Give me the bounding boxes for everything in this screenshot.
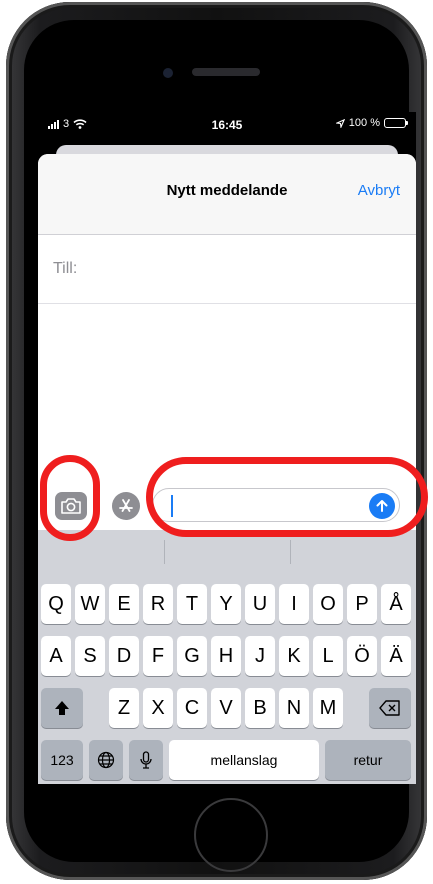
key-f[interactable]: F [143, 636, 173, 676]
key-w[interactable]: W [75, 584, 105, 624]
key-a-umlaut[interactable]: Ä [381, 636, 411, 676]
key-o-umlaut[interactable]: Ö [347, 636, 377, 676]
key-y[interactable]: Y [211, 584, 241, 624]
message-field-highlight-ring [146, 457, 428, 537]
shift-icon [55, 701, 69, 715]
globe-icon [97, 751, 115, 769]
microphone-icon [140, 751, 152, 769]
to-label: Till: [53, 260, 78, 277]
numbers-key[interactable]: 123 [41, 740, 83, 780]
key-i[interactable]: I [279, 584, 309, 624]
key-z[interactable]: Z [109, 688, 139, 728]
space-key[interactable]: mellanslag [169, 740, 319, 780]
dictation-key[interactable] [129, 740, 163, 780]
key-h[interactable]: H [211, 636, 241, 676]
suggestion-divider [164, 540, 165, 564]
shift-key[interactable] [41, 688, 83, 728]
key-x[interactable]: X [143, 688, 173, 728]
globe-key[interactable] [89, 740, 123, 780]
app-store-icon [119, 499, 133, 512]
key-v[interactable]: V [211, 688, 241, 728]
app-store-button[interactable] [112, 492, 140, 520]
status-bar: 3 16:45 100 % [38, 112, 416, 138]
key-p[interactable]: P [347, 584, 377, 624]
key-k[interactable]: K [279, 636, 309, 676]
return-key[interactable]: retur [325, 740, 411, 780]
key-s[interactable]: S [75, 636, 105, 676]
key-c[interactable]: C [177, 688, 207, 728]
front-camera [163, 68, 173, 78]
key-a[interactable]: A [41, 636, 71, 676]
key-n[interactable]: N [279, 688, 309, 728]
navigation-bar: Nytt meddelande Avbryt [38, 154, 416, 235]
battery-percent: 100 % [348, 117, 380, 129]
key-o[interactable]: O [313, 584, 343, 624]
key-a-ring[interactable]: Å [381, 584, 411, 624]
location-icon [335, 118, 345, 128]
key-t[interactable]: T [177, 584, 207, 624]
key-d[interactable]: D [109, 636, 139, 676]
suggestion-divider [290, 540, 291, 564]
key-m[interactable]: M [313, 688, 343, 728]
earpiece-speaker [192, 68, 260, 76]
keyboard: Q W E R T Y U I O P Å A S D F G H J K L … [38, 530, 416, 784]
backspace-icon [379, 700, 400, 716]
key-l[interactable]: L [313, 636, 343, 676]
key-g[interactable]: G [177, 636, 207, 676]
backspace-key[interactable] [369, 688, 411, 728]
cancel-button[interactable]: Avbryt [358, 182, 400, 199]
battery-icon [384, 118, 408, 128]
recipient-field[interactable]: Till: [38, 235, 416, 304]
screen: 3 16:45 100 % Nytt meddelande Avbryt Til… [38, 112, 416, 784]
key-r[interactable]: R [143, 584, 173, 624]
key-j[interactable]: J [245, 636, 275, 676]
key-e[interactable]: E [109, 584, 139, 624]
key-b[interactable]: B [245, 688, 275, 728]
camera-highlight-ring [40, 455, 100, 541]
key-q[interactable]: Q [41, 584, 71, 624]
key-u[interactable]: U [245, 584, 275, 624]
battery-area: 100 % [335, 117, 408, 129]
home-button[interactable] [194, 798, 268, 872]
